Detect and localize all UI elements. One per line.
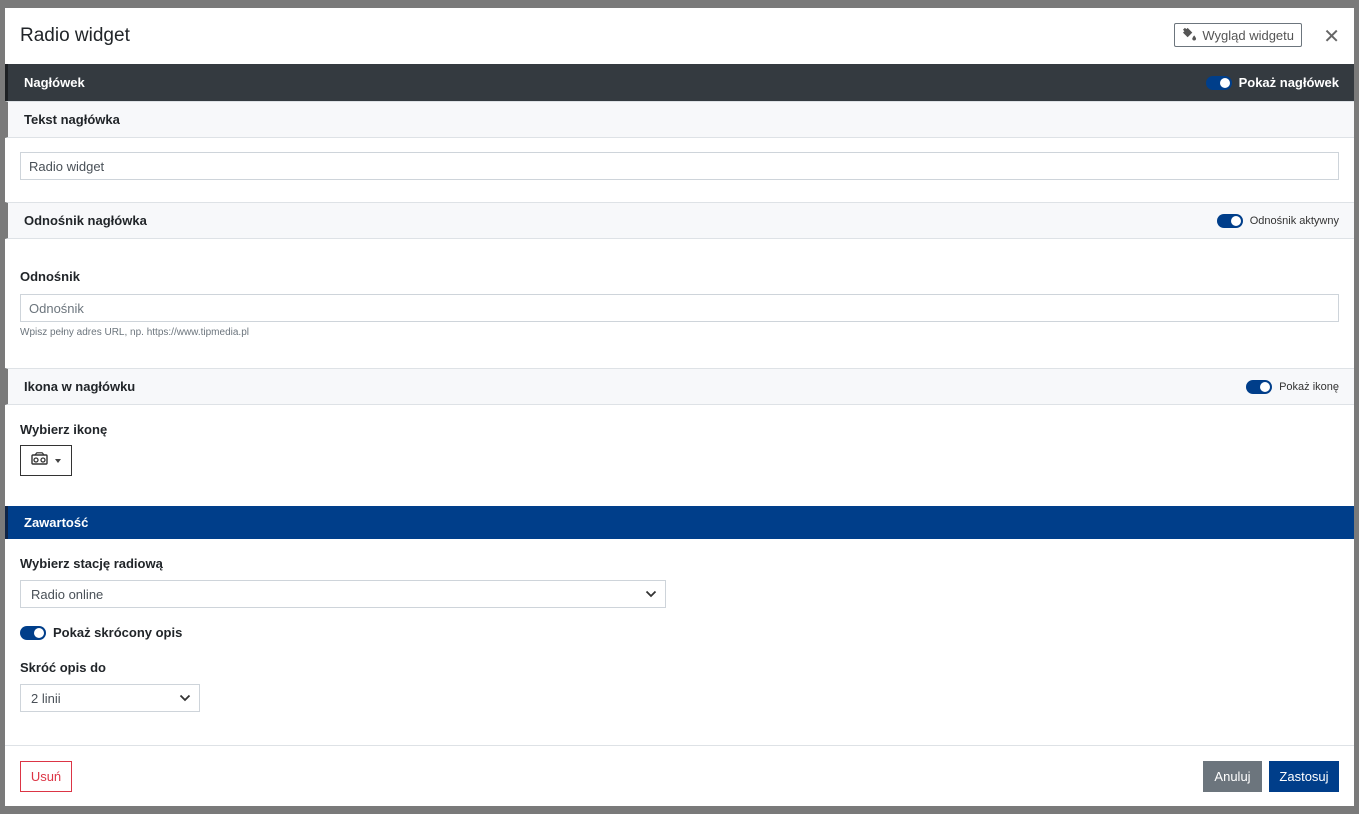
link-input[interactable]: [20, 294, 1339, 322]
header-link-section-bar: Odnośnik nagłówka Odnośnik aktywny: [5, 202, 1354, 239]
modal-footer: Usuń Anuluj Zastosuj: [5, 745, 1354, 806]
header-section-title: Nagłówek: [24, 75, 85, 90]
cancel-button[interactable]: Anuluj: [1203, 760, 1262, 792]
header-text-input[interactable]: [20, 152, 1339, 180]
link-active-label: Odnośnik aktywny: [1249, 214, 1339, 227]
widget-appearance-label: Wygląd widgetu: [1202, 27, 1294, 43]
header-icon-section-bar: Ikona w nagłówku Pokaż ikonę: [5, 368, 1354, 405]
toggle-switch[interactable]: [1246, 379, 1273, 394]
toggle-switch[interactable]: [1205, 75, 1232, 90]
content-section-title: Zawartość: [24, 515, 89, 530]
radio-icon: [31, 451, 48, 470]
choose-icon-label: Wybierz ikonę: [20, 422, 108, 437]
show-icon-label: Pokaż ikonę: [1279, 380, 1339, 393]
link-hint: Wpisz pełny adres URL, np. https://www.t…: [20, 327, 249, 338]
delete-button[interactable]: Usuń: [20, 760, 72, 792]
header-text-title: Tekst nagłówka: [24, 112, 120, 127]
short-description-toggle[interactable]: Pokaż skrócony opis: [20, 625, 1339, 640]
modal-body: Nagłówek Pokaż nagłówek Tekst nagłówka O…: [5, 64, 1354, 745]
header-icon-title: Ikona w nagłówku: [24, 379, 136, 394]
header-section-bar: Nagłówek Pokaż nagłówek: [5, 64, 1354, 101]
short-description-label: Pokaż skrócony opis: [53, 625, 183, 640]
header-link-title: Odnośnik nagłówka: [24, 213, 147, 228]
header-text-section-bar: Tekst nagłówka: [5, 101, 1354, 138]
shorten-select[interactable]: 2 linii: [20, 684, 200, 712]
show-header-label: Pokaż nagłówek: [1238, 75, 1339, 90]
close-icon[interactable]: ✕: [1323, 27, 1340, 47]
apply-button[interactable]: Zastosuj: [1269, 760, 1339, 792]
show-icon-toggle[interactable]: Pokaż ikonę: [1246, 379, 1339, 394]
widget-settings-modal: Radio widget Wygląd widgetu ✕ Nagłówek P…: [5, 8, 1354, 806]
link-field-label: Odnośnik: [20, 269, 80, 284]
shorten-select-value: 2 linii: [31, 690, 61, 706]
chevron-down-icon: [179, 694, 191, 702]
content-section-bar: Zawartość: [5, 506, 1354, 539]
station-select-value: Radio online: [31, 586, 104, 602]
modal-title: Radio widget: [20, 25, 130, 46]
station-label: Wybierz stację radiową: [20, 556, 163, 571]
widget-appearance-button[interactable]: Wygląd widgetu: [1174, 23, 1302, 47]
shorten-label: Skróć opis do: [20, 660, 106, 675]
link-active-toggle[interactable]: Odnośnik aktywny: [1216, 213, 1339, 228]
toggle-switch[interactable]: [1216, 213, 1243, 228]
station-select[interactable]: Radio online: [20, 580, 666, 608]
chevron-down-icon: [645, 590, 657, 598]
icon-picker-button[interactable]: [20, 445, 72, 476]
toggle-switch[interactable]: [20, 625, 46, 640]
show-header-toggle[interactable]: Pokaż nagłówek: [1205, 75, 1339, 90]
paint-bucket-icon: [1182, 27, 1197, 44]
modal-header: Radio widget Wygląd widgetu ✕: [5, 8, 1354, 64]
caret-down-icon: [55, 458, 61, 463]
